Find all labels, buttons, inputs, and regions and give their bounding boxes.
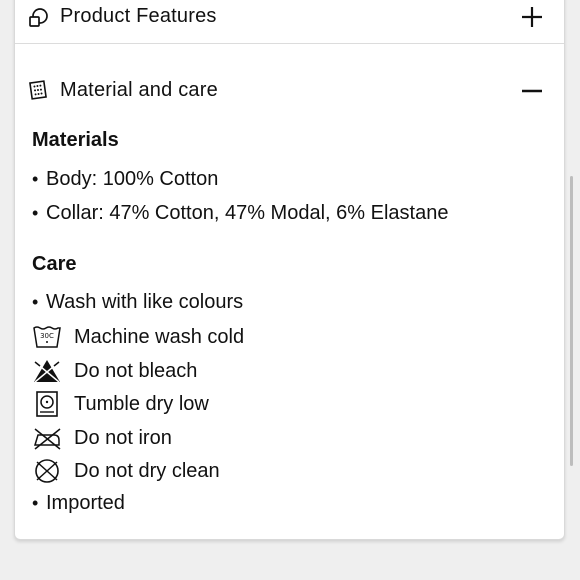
bullet: • xyxy=(32,292,39,312)
list-item: • Wash with like colours xyxy=(32,291,243,314)
fabric-tag-icon xyxy=(29,80,47,100)
no-iron-icon xyxy=(33,428,61,450)
no-dry-clean-icon xyxy=(35,459,59,483)
accordion-title: Product Features xyxy=(60,5,217,27)
no-bleach-icon xyxy=(34,360,60,383)
materials-heading: Materials xyxy=(32,129,119,151)
scrollbar[interactable] xyxy=(570,176,573,466)
accordion-material-and-care[interactable]: Material and care xyxy=(15,63,564,119)
care-label: Do not bleach xyxy=(74,359,198,382)
list-item: • Imported xyxy=(32,492,125,515)
accordion-title: Material and care xyxy=(60,79,218,101)
accordion-product-features[interactable]: Product Features xyxy=(15,0,564,44)
care-instruction-no-bleach: Do not bleach xyxy=(32,358,197,384)
care-instruction-tumble-dry: Tumble dry low xyxy=(32,391,209,417)
care-item: Wash with like colours xyxy=(46,291,244,313)
care-label: Tumble dry low xyxy=(74,392,209,415)
tumble-dry-low-icon xyxy=(36,391,58,417)
care-heading: Care xyxy=(32,253,77,275)
material-item: Body: 100% Cotton xyxy=(46,168,219,190)
care-label: Do not dry clean xyxy=(74,459,220,482)
bullet: • xyxy=(32,169,39,189)
bullet: • xyxy=(32,203,39,223)
product-info-card: Product Features Material and care Mater… xyxy=(14,0,565,540)
shapes-icon xyxy=(29,8,48,27)
list-item: • Collar: 47% Cotton, 47% Modal, 6% Elas… xyxy=(32,202,448,225)
wash-temperature-label: 30C xyxy=(40,332,54,340)
care-instruction-machine-wash: 30C Machine wash cold xyxy=(32,324,244,350)
list-item: • Body: 100% Cotton xyxy=(32,168,218,191)
material-item: Collar: 47% Cotton, 47% Modal, 6% Elasta… xyxy=(46,202,449,224)
care-label: Machine wash cold xyxy=(74,325,245,348)
minus-icon[interactable] xyxy=(520,79,544,103)
machine-wash-30-icon: 30C xyxy=(33,326,61,348)
bullet: • xyxy=(32,493,39,513)
plus-icon[interactable] xyxy=(520,5,544,29)
care-label: Do not iron xyxy=(74,426,172,449)
care-instruction-no-dry-clean: Do not dry clean xyxy=(32,458,220,484)
care-item: Imported xyxy=(46,492,125,514)
care-instruction-no-iron: Do not iron xyxy=(32,425,172,451)
